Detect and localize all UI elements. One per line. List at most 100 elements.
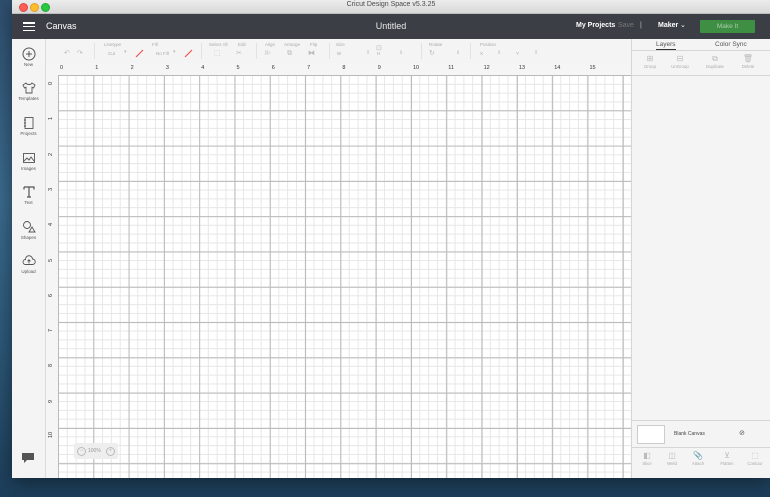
ungroup-icon: ⊟ [676,54,684,63]
toolbar-divider [329,43,330,59]
app-header: Canvas Untitled My Projects Save | Maker… [12,14,770,39]
toolbar-divider [201,43,202,59]
contour-button[interactable]: ⬚ Contour [742,451,768,466]
size-width-field[interactable]: W [337,51,341,56]
sidebar-item-label: Templates [18,96,39,101]
sidebar-item-text[interactable]: Text [12,185,45,205]
zoom-out-button[interactable]: − [77,447,86,456]
plus-circle-icon [22,47,35,61]
align-label: Align [265,42,276,47]
ruler-tick-label: 4 [48,223,54,227]
chevron-down-icon: ▾ [124,49,127,55]
my-projects-button[interactable]: My Projects [576,22,615,29]
duplicate-button[interactable]: ⧉ Duplicate [700,54,730,69]
ruler-tick-label: 1 [48,117,54,121]
sidebar-item-label: Shapes [20,235,37,240]
flip-icon[interactable]: ⧓ [308,50,315,57]
redo-icon[interactable]: ↷ [77,50,83,57]
ruler-tick-label: 15 [589,65,596,71]
ruler-tick-label: 6 [271,65,275,71]
blank-canvas-swatch[interactable] [637,425,665,444]
sidebar-item-images[interactable]: Images [12,151,45,171]
ruler-tick-label: 9 [377,65,381,71]
sidebar-item-templates[interactable]: Templates [12,81,45,101]
linetype-label: Linetype [104,42,122,47]
stepper-icon[interactable]: ⇕ [534,50,538,57]
tab-color-sync[interactable]: Color Sync [715,41,747,48]
ruler-tick-label: 7 [48,329,54,333]
select-all-label: Select All [209,42,228,47]
ruler-tick-label: 9 [48,399,54,403]
sidebar-item-shapes[interactable]: Shapes [12,220,45,240]
arrange-label: Arrange [284,42,301,47]
ruler-tick-label: 10 [413,65,420,71]
machine-select[interactable]: Maker [658,22,678,29]
window-titlebar: Cricut Design Space v5.3.25 [12,0,770,14]
menu-icon[interactable] [23,22,35,32]
select-all-icon[interactable]: ⬚ [214,50,221,57]
canvas-grid[interactable] [58,75,631,478]
duplicate-label: Duplicate [706,64,724,69]
sidebar-item-label: Projects [20,131,37,136]
app-window: Cricut Design Space v5.3.25 Canvas Untit… [12,0,770,478]
stepper-icon[interactable]: ⇕ [456,50,460,57]
align-icon[interactable]: ⊫ [265,50,271,57]
position-x-field[interactable]: X [480,51,483,56]
sidebar-item-new[interactable]: New [12,47,45,67]
chat-icon[interactable] [20,451,36,465]
slice-button[interactable]: ◧ Slice [635,451,659,466]
eye-hidden-icon[interactable]: ⊘ [739,429,745,437]
undo-icon[interactable]: ↶ [64,50,70,57]
fill-select[interactable]: No Fill [156,51,169,56]
ruler-tick-label: 1 [95,65,99,71]
layer-tools: ⊞ Group ⊟ UnGroup ⧉ Duplicate 🗑 Delete [632,51,770,76]
blank-canvas-label: Blank Canvas [674,431,705,437]
group-icon: ⊞ [646,54,654,63]
weld-icon: ◫ [668,451,676,460]
weld-label: Weld [667,461,677,466]
slice-icon: ◧ [643,451,651,460]
fill-color-swatch[interactable] [184,49,193,58]
size-height-field[interactable]: H [377,51,380,56]
design-canvas[interactable]: 0 1 2 3 4 5 6 7 8 9 10 11 12 13 14 15 0 1 2 3 4 5 6 7 8 9 10 − 10… [46,63,631,478]
project-title: Untitled [375,21,407,31]
cloud-upload-icon [22,255,36,265]
toolbar-divider [470,43,471,59]
edit-label: Edit [238,42,246,47]
sidebar-item-upload[interactable]: Upload [12,254,45,274]
make-it-button[interactable]: Make It [700,20,755,33]
ruler-tick-label: 2 [48,152,54,156]
toolbar-divider [94,43,95,59]
zoom-in-button[interactable]: + [106,447,115,456]
delete-button[interactable]: 🗑 Delete [736,54,760,69]
ruler-tick-label: 7 [307,65,311,71]
ungroup-button[interactable]: ⊟ UnGroup [666,54,694,69]
stepper-icon[interactable]: ⇕ [366,50,370,57]
slice-label: Slice [642,461,652,466]
arrange-icon[interactable]: ⧉ [287,50,292,57]
ruler-tick-label: 8 [342,65,346,71]
blank-canvas-layer[interactable]: Blank Canvas ⊘ [632,420,770,447]
attach-label: Attach [691,461,705,466]
header-separator: | [640,22,642,29]
section-title: Canvas [46,21,77,31]
shapes-icon [22,221,36,233]
rotate-icon[interactable]: ↻ [429,50,435,57]
flatten-button[interactable]: ⊻ Flatten [714,451,740,466]
scissors-icon[interactable]: ✂ [236,50,242,57]
stepper-icon[interactable]: ⇕ [399,50,403,57]
linetype-color-swatch[interactable] [135,49,144,58]
stepper-icon[interactable]: ⇕ [497,50,501,57]
position-y-field[interactable]: Y [516,51,519,56]
tab-layers[interactable]: Layers [656,41,676,50]
chevron-down-icon[interactable]: ⌄ [680,21,686,29]
linetype-select[interactable]: Cut [108,51,115,56]
sidebar-item-projects[interactable]: Projects [12,116,45,136]
attach-button[interactable]: 📎 Attach [686,451,710,466]
save-button[interactable]: Save [618,22,634,29]
weld-button[interactable]: ◫ Weld [660,451,684,466]
layers-panel: Layers Color Sync ⊞ Group ⊟ UnGroup ⧉ Du… [631,39,770,478]
image-icon [22,153,35,163]
size-label: Size [336,42,345,47]
group-button[interactable]: ⊞ Group [638,54,662,69]
